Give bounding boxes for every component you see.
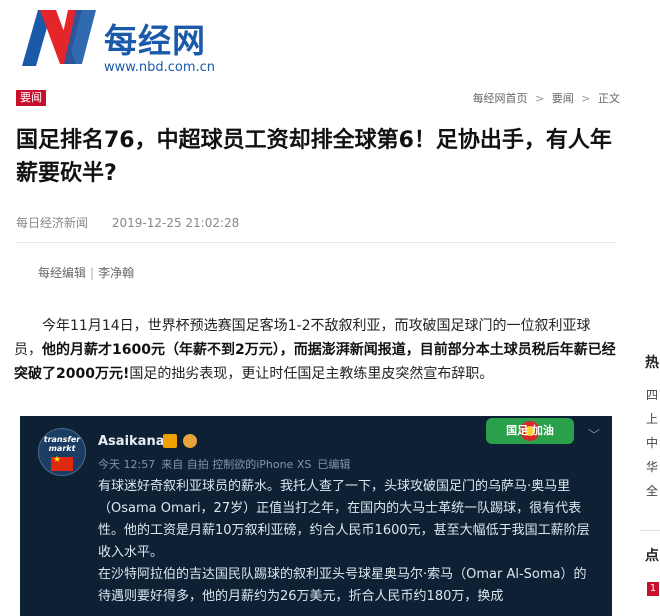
avatar-logo-text: transfer markt <box>43 435 81 453</box>
article-source[interactable]: 每日经济新闻 <box>16 216 88 230</box>
sidebar-item[interactable]: 四 <box>646 386 658 403</box>
paragraph-text-end: 国足的拙劣表现，更让时任国足主教练里皮突然宣布辞职。 <box>129 366 494 382</box>
chevron-down-icon[interactable]: ﹀ <box>588 426 600 443</box>
article-title: 国足排名76，中超球员工资却排全球第6！足协出手，有人年薪要砍半? <box>16 128 612 186</box>
post-source: 来自 自拍 控制欲的iPhone XS <box>161 458 312 471</box>
article-meta: 每日经济新闻 2019-12-25 21:02:28 <box>16 214 239 231</box>
sidebar-item[interactable]: 华 <box>646 458 658 475</box>
breadcrumb-current: 正文 <box>598 92 620 105</box>
sidebar-divider <box>640 530 660 531</box>
sidebar-header-hot: 热 <box>645 355 659 371</box>
member-badge-icon <box>183 434 197 448</box>
editor-label: 每经编辑 <box>38 266 87 280</box>
sidebar-item[interactable]: 中 <box>646 434 658 451</box>
post-meta: 今天 12:57 来自 自拍 控制欲的iPhone XS 已编辑 <box>98 456 356 472</box>
article-datetime: 2019-12-25 21:02:28 <box>111 216 240 230</box>
embedded-weibo-screenshot: transfer markt Asaikana 今天 12:57 来自 自拍 控制… <box>20 416 612 616</box>
breadcrumb-separator: > <box>535 92 545 105</box>
breadcrumb: 每经网首页 > 要闻 > 正文 <box>473 90 620 106</box>
verified-badge-icon <box>163 434 177 448</box>
breadcrumb-home-link[interactable]: 每经网首页 <box>473 92 528 105</box>
editor-name: 李净翰 <box>98 266 135 280</box>
brand-url[interactable]: www.nbd.com.cn <box>104 60 215 75</box>
cheer-badge-label: 国足 加油 <box>506 424 554 437</box>
avatar[interactable]: transfer markt <box>38 428 86 476</box>
divider <box>16 242 616 243</box>
article-paragraph: 今年11月14日，世界杯预选赛国足客场1-2不敌叙利亚，而攻破国足球门的一位叙利… <box>14 314 618 386</box>
breadcrumb-separator: > <box>581 92 591 105</box>
china-flag-icon <box>51 455 73 471</box>
post-time: 今天 12:57 <box>98 458 156 471</box>
nbd-logo-icon[interactable] <box>16 6 106 68</box>
breadcrumb-news-link[interactable]: 要闻 <box>552 92 574 105</box>
category-tag[interactable]: 要闻 <box>16 90 46 106</box>
weibo-post-body: 有球迷好奇叙利亚球员的薪水。我托人查了一下，头球攻破国足门的乌萨马·奥马里（Os… <box>98 479 590 604</box>
article-editor: 每经编辑 | 李净翰 <box>38 266 135 280</box>
weibo-username[interactable]: Asaikana <box>98 434 164 449</box>
brand-name[interactable]: 每经网 <box>104 14 206 62</box>
sidebar-item[interactable]: 全 <box>646 482 658 499</box>
sidebar-rank-number: 1 <box>647 582 659 596</box>
sidebar-item[interactable]: 上 <box>646 410 658 427</box>
sidebar-header-point: 点 <box>645 548 659 564</box>
post-edited: 已编辑 <box>317 458 351 471</box>
